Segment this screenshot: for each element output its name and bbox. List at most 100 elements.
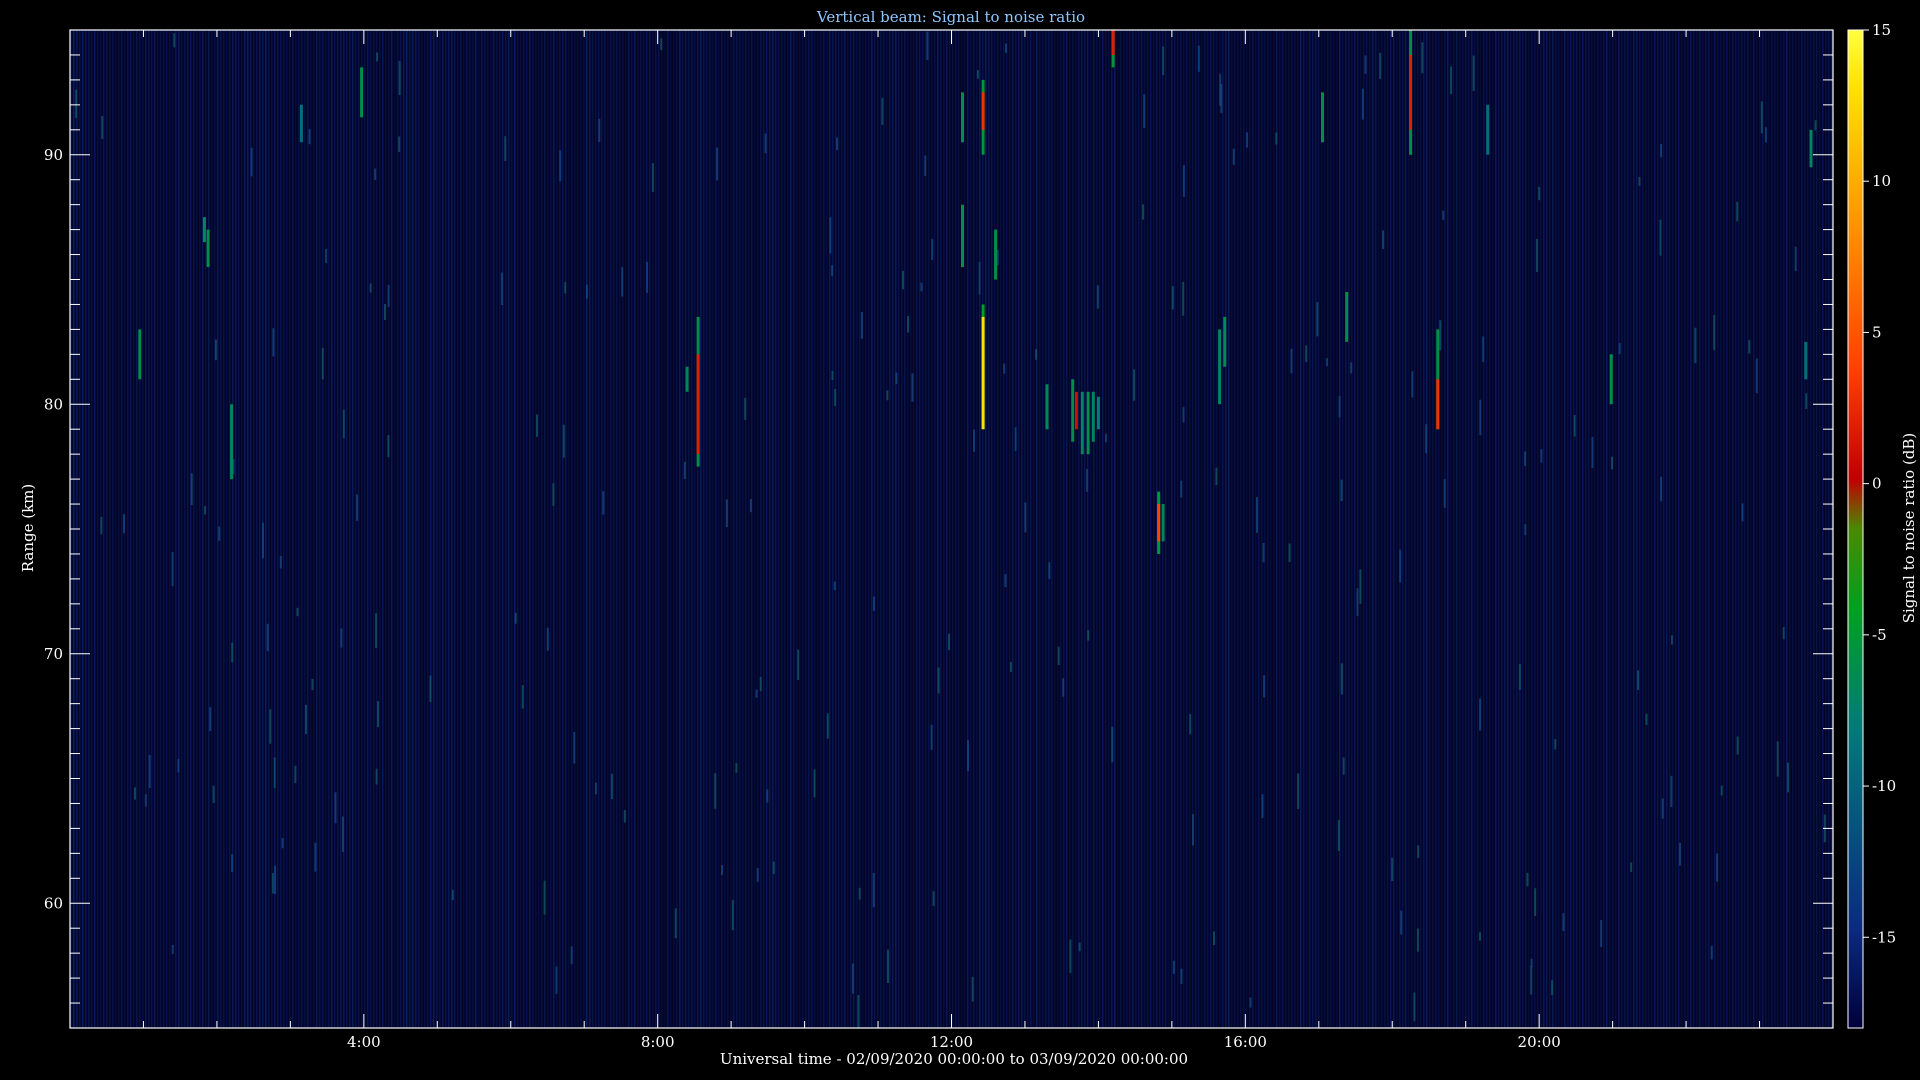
noise-column xyxy=(1213,30,1215,1028)
noise-streak xyxy=(1479,932,1481,941)
noise-column xyxy=(595,30,597,1028)
noise-column xyxy=(337,30,339,1028)
noise-column xyxy=(961,30,963,1028)
noise-streak xyxy=(1782,627,1785,640)
noise-streak xyxy=(1716,853,1719,882)
noise-column xyxy=(1672,30,1674,1028)
noise-streak xyxy=(1661,798,1664,819)
noise-column xyxy=(841,30,843,1028)
noise-column xyxy=(1207,30,1209,1028)
noise-column xyxy=(892,30,894,1028)
noise-column xyxy=(826,30,828,1028)
noise-column xyxy=(1597,30,1599,1028)
noise-column xyxy=(637,30,639,1028)
noise-column xyxy=(1564,30,1566,1028)
noise-column xyxy=(1051,30,1053,1028)
noise-column xyxy=(1630,30,1632,1028)
noise-column xyxy=(646,30,648,1028)
noise-column xyxy=(1747,30,1749,1028)
noise-column xyxy=(1048,30,1050,1028)
noise-column xyxy=(295,30,297,1028)
noise-streak xyxy=(924,155,927,177)
noise-column xyxy=(1216,30,1218,1028)
echo-streak xyxy=(230,404,234,480)
noise-streak xyxy=(744,397,747,420)
noise-streak xyxy=(725,499,728,527)
noise-column xyxy=(1396,30,1398,1028)
noise-column xyxy=(889,30,891,1028)
noise-column xyxy=(511,30,513,1028)
noise-column xyxy=(1444,30,1446,1028)
noise-column xyxy=(1066,30,1068,1028)
noise-column xyxy=(298,30,300,1028)
echo-streak xyxy=(1345,292,1349,342)
noise-column xyxy=(1516,30,1518,1028)
noise-column xyxy=(616,30,618,1028)
noise-column xyxy=(964,30,966,1028)
noise-streak xyxy=(369,283,372,293)
noise-column xyxy=(802,30,804,1028)
noise-column xyxy=(748,30,750,1028)
noise-column xyxy=(742,30,744,1028)
noise-column xyxy=(1318,30,1320,1028)
noise-column xyxy=(484,30,486,1028)
noise-column xyxy=(1054,30,1056,1028)
noise-column xyxy=(670,30,672,1028)
noise-column xyxy=(934,30,936,1028)
noise-column xyxy=(418,30,420,1028)
snr-chart: 4:00 8:00 12:00 16:00 20:00 60 70 80 90 Vertical… xyxy=(19,8,1918,1068)
noise-column xyxy=(1378,30,1380,1028)
noise-column xyxy=(421,30,423,1028)
noise-column xyxy=(1519,30,1521,1028)
noise-column xyxy=(1171,30,1173,1028)
noise-streak xyxy=(797,649,800,680)
noise-column xyxy=(1264,30,1266,1028)
noise-column xyxy=(1090,30,1092,1028)
noise-streak xyxy=(1171,286,1174,310)
noise-column xyxy=(1726,30,1728,1028)
noise-streak xyxy=(374,168,377,181)
noise-column xyxy=(514,30,516,1028)
noise-column xyxy=(1813,30,1815,1028)
noise-column xyxy=(1777,30,1779,1028)
noise-column xyxy=(1300,30,1302,1028)
noise-column xyxy=(1174,30,1176,1028)
noise-streak xyxy=(1078,942,1081,952)
noise-streak xyxy=(967,740,969,772)
noise-column xyxy=(1573,30,1575,1028)
noise-column xyxy=(1228,30,1230,1028)
noise-column xyxy=(1336,30,1338,1028)
noise-streak xyxy=(1172,960,1175,974)
noise-column xyxy=(1351,30,1353,1028)
noise-column xyxy=(178,30,180,1028)
noise-column xyxy=(301,30,303,1028)
noise-column xyxy=(1225,30,1227,1028)
noise-column xyxy=(700,30,702,1028)
noise-column xyxy=(445,30,447,1028)
noise-streak xyxy=(1535,239,1538,273)
noise-streak xyxy=(1086,469,1089,492)
noise-streak xyxy=(602,491,605,515)
noise-column xyxy=(406,30,408,1028)
noise-column xyxy=(1570,30,1572,1028)
noise-column xyxy=(1261,30,1263,1028)
noise-column xyxy=(958,30,960,1028)
noise-column xyxy=(1087,30,1089,1028)
noise-streak xyxy=(978,261,981,295)
noise-streak xyxy=(1518,664,1521,691)
noise-column xyxy=(112,30,114,1028)
noise-column xyxy=(133,30,135,1028)
noise-column xyxy=(430,30,432,1028)
noise-column xyxy=(1234,30,1236,1028)
noise-column xyxy=(1177,30,1179,1028)
noise-column xyxy=(883,30,885,1028)
noise-streak xyxy=(1400,910,1403,935)
noise-streak xyxy=(552,483,555,506)
noise-column xyxy=(988,30,990,1028)
noise-column xyxy=(1705,30,1707,1028)
noise-column xyxy=(556,30,558,1028)
noise-column xyxy=(433,30,435,1028)
noise-column xyxy=(1534,30,1536,1028)
noise-column xyxy=(1027,30,1029,1028)
noise-column xyxy=(1594,30,1596,1028)
